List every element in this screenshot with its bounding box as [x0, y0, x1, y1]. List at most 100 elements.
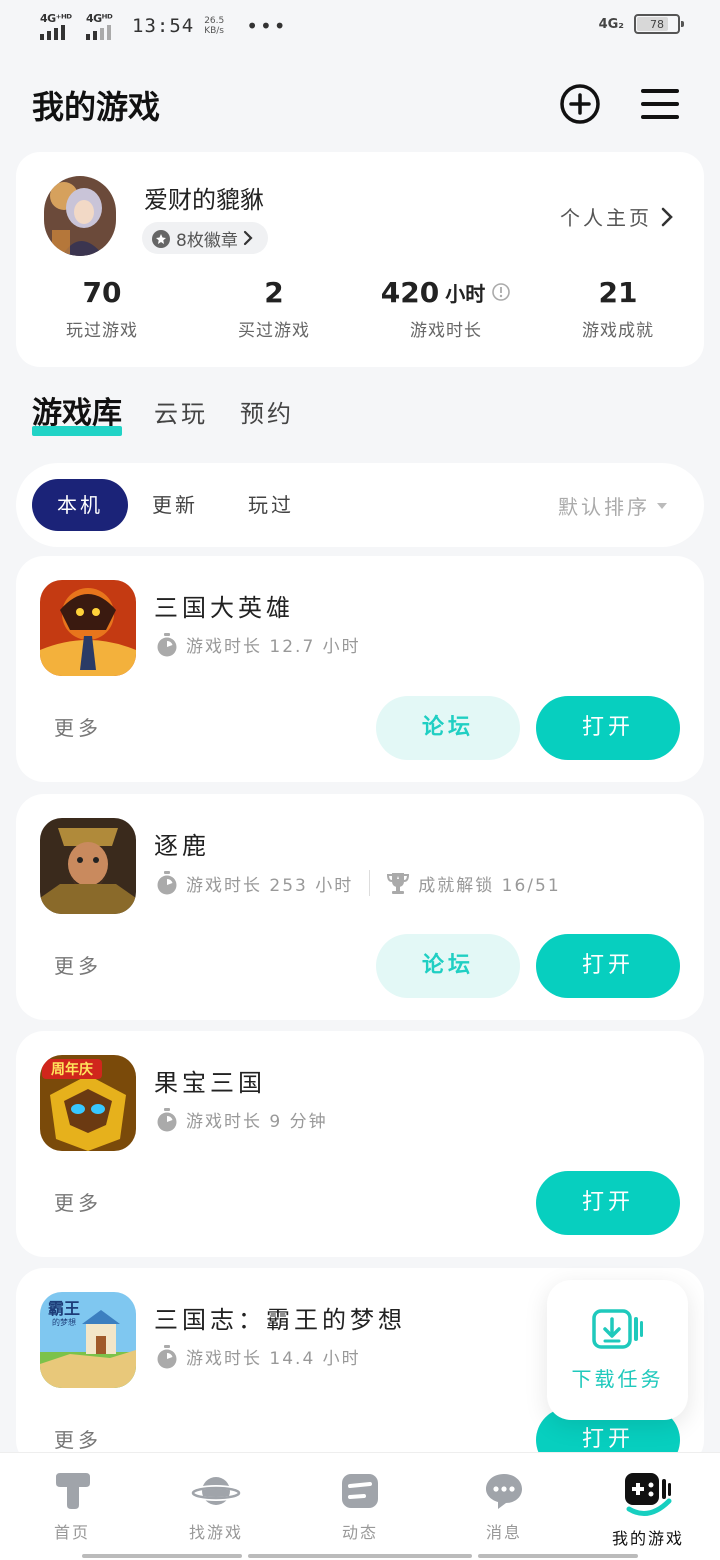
speed-value: 26.5 [204, 16, 225, 26]
nav-label: 消息 [485, 1523, 522, 1542]
hamburger-menu-icon [641, 89, 679, 119]
playtime: 游戏时长 12.7 小时 [186, 637, 361, 657]
avatar[interactable] [44, 176, 116, 256]
tab-cloud-play[interactable]: 云玩 [154, 392, 208, 436]
chevron-right-icon [661, 207, 673, 226]
gesture-bar [248, 1554, 472, 1558]
stat-value: 2 [264, 275, 284, 309]
stat-value: 420 [380, 275, 440, 309]
game-meta: 游戏时长 253 小时 成就解锁 16/51 [156, 870, 561, 896]
game-meta: 游戏时长 12.7 小时 [156, 632, 361, 657]
forum-button[interactable]: 论坛 [376, 696, 520, 760]
game-meta: 游戏时长 14.4 小时 [156, 1344, 361, 1369]
download-label: 下载任务 [571, 1366, 664, 1391]
stopwatch-icon [157, 1344, 177, 1368]
stat-played[interactable]: 70 玩过游戏 [16, 272, 188, 342]
stopwatch-icon [157, 1107, 177, 1131]
home-t-icon [56, 1473, 90, 1509]
stat-playtime[interactable]: 420 小时 游戏时长 [360, 272, 532, 341]
nav-home[interactable]: 首页 [0, 1453, 144, 1560]
stat-label: 买过游戏 [238, 321, 310, 341]
username: 爱财的貔貅 [144, 186, 264, 214]
meta-divider [369, 870, 371, 896]
nav-label: 首页 [53, 1523, 90, 1542]
stat-value: 70 [82, 275, 122, 309]
planet-icon [191, 1477, 241, 1505]
open-button[interactable]: 打开 [536, 1171, 680, 1235]
playtime: 游戏时长 9 分钟 [186, 1112, 328, 1132]
tab-reservations[interactable]: 预约 [240, 392, 294, 436]
nav-label: 找游戏 [188, 1523, 243, 1542]
achievement-progress: 成就解锁 16/51 [418, 875, 561, 896]
more-button[interactable]: 更多 [54, 1187, 102, 1216]
game-icon-subtext: 的梦想 [52, 1317, 76, 1327]
stat-label: 游戏成就 [582, 321, 654, 341]
stopwatch-icon [157, 871, 177, 895]
download-tasks-button[interactable]: 下载任务 [547, 1280, 688, 1420]
playtime: 游戏时长 253 小时 [186, 875, 354, 896]
stat-label: 游戏时长 [410, 321, 482, 341]
tab-library[interactable]: 游戏库 [32, 392, 122, 436]
open-button[interactable]: 打开 [536, 696, 680, 760]
stat-unit: 小时 [445, 281, 486, 306]
stopwatch-icon [157, 632, 177, 656]
add-button[interactable] [558, 82, 602, 126]
badge-count: 8枚徽章 [176, 230, 238, 251]
game-icon [40, 580, 136, 676]
nav-label: 我的游戏 [611, 1529, 684, 1548]
filter-updates[interactable]: 更新 [152, 479, 198, 531]
sort-dropdown[interactable]: 默认排序 [558, 491, 668, 520]
game-icon-text: 霸王 [48, 1299, 80, 1318]
filter-played[interactable]: 玩过 [248, 479, 294, 531]
bottom-nav: 首页 找游戏 动态 消息 我的游戏 [0, 1452, 720, 1560]
more-notifications-icon: ••• [246, 14, 288, 38]
homepage-link[interactable]: 个人主页 [560, 202, 674, 231]
signal-icon-2: 4Gᴴᴰ [86, 12, 122, 40]
network-type-2: 4Gᴴᴰ [86, 12, 113, 25]
stat-bought[interactable]: 2 买过游戏 [188, 272, 360, 342]
gesture-bar [478, 1554, 638, 1558]
game-card[interactable]: 三国大英雄 游戏时长 12.7 小时 更多 论坛 打开 [16, 556, 704, 782]
gamepad-icon [625, 1473, 672, 1516]
game-icon: 霸王 的梦想 [40, 1292, 136, 1388]
signal-icon: 4G⁺ᴴᴰ [40, 12, 76, 40]
trophy-icon [387, 873, 410, 894]
sort-label: 默认排序 [558, 495, 650, 519]
more-button[interactable]: 更多 [54, 712, 102, 741]
open-button[interactable]: 打开 [536, 934, 680, 998]
status-bar: 4G⁺ᴴᴰ 4Gᴴᴰ 13:54 26.5 KB/s ••• 4G₂ 78 [0, 0, 720, 52]
game-meta: 游戏时长 9 分钟 [156, 1107, 328, 1132]
nav-feed[interactable]: 动态 [288, 1453, 432, 1560]
more-button[interactable]: 更多 [54, 950, 102, 979]
nav-my-games[interactable]: 我的游戏 [576, 1453, 720, 1560]
homepage-label: 个人主页 [560, 206, 652, 230]
game-name: 三国志：霸王的梦想 [154, 1306, 406, 1334]
feed-icon [342, 1474, 378, 1508]
info-icon[interactable] [491, 282, 511, 302]
network-speed: 26.5 KB/s [204, 16, 232, 36]
filter-bar: 本机 更新 玩过 默认排序 [16, 463, 704, 547]
filter-local[interactable]: 本机 [32, 479, 128, 531]
network-type-right: 4G₂ [598, 16, 624, 32]
nav-messages[interactable]: 消息 [432, 1453, 576, 1560]
game-name: 逐鹿 [154, 832, 210, 860]
library-tabs: 游戏库 云玩 预约 [32, 392, 294, 436]
page-title: 我的游戏 [32, 88, 161, 126]
game-card[interactable]: 周年庆 果宝三国 游戏时长 9 分钟 更多 打开 [16, 1031, 704, 1257]
more-button[interactable]: 更多 [54, 1424, 102, 1453]
playtime: 游戏时长 14.4 小时 [186, 1349, 361, 1369]
game-card[interactable]: 逐鹿 游戏时长 253 小时 成就解锁 16/51 更多 论坛 打开 [16, 794, 704, 1020]
battery-level: 78 [650, 17, 664, 31]
stats-row: 70 玩过游戏 2 买过游戏 420 小时 游戏时长 21 游戏成就 [16, 272, 704, 342]
stat-achievements[interactable]: 21 游戏成就 [532, 272, 704, 342]
game-icon [40, 818, 136, 914]
plus-circle-icon [560, 84, 600, 124]
menu-button[interactable] [638, 82, 682, 126]
speed-unit: KB/s [204, 26, 225, 36]
nav-find-games[interactable]: 找游戏 [144, 1453, 288, 1560]
clock: 13:54 [132, 15, 195, 37]
forum-button[interactable]: 论坛 [376, 934, 520, 998]
network-type-1: 4G⁺ᴴᴰ [40, 12, 72, 25]
battery-icon: 78 [634, 14, 684, 34]
badge-count-button[interactable]: 8枚徽章 [142, 222, 268, 254]
